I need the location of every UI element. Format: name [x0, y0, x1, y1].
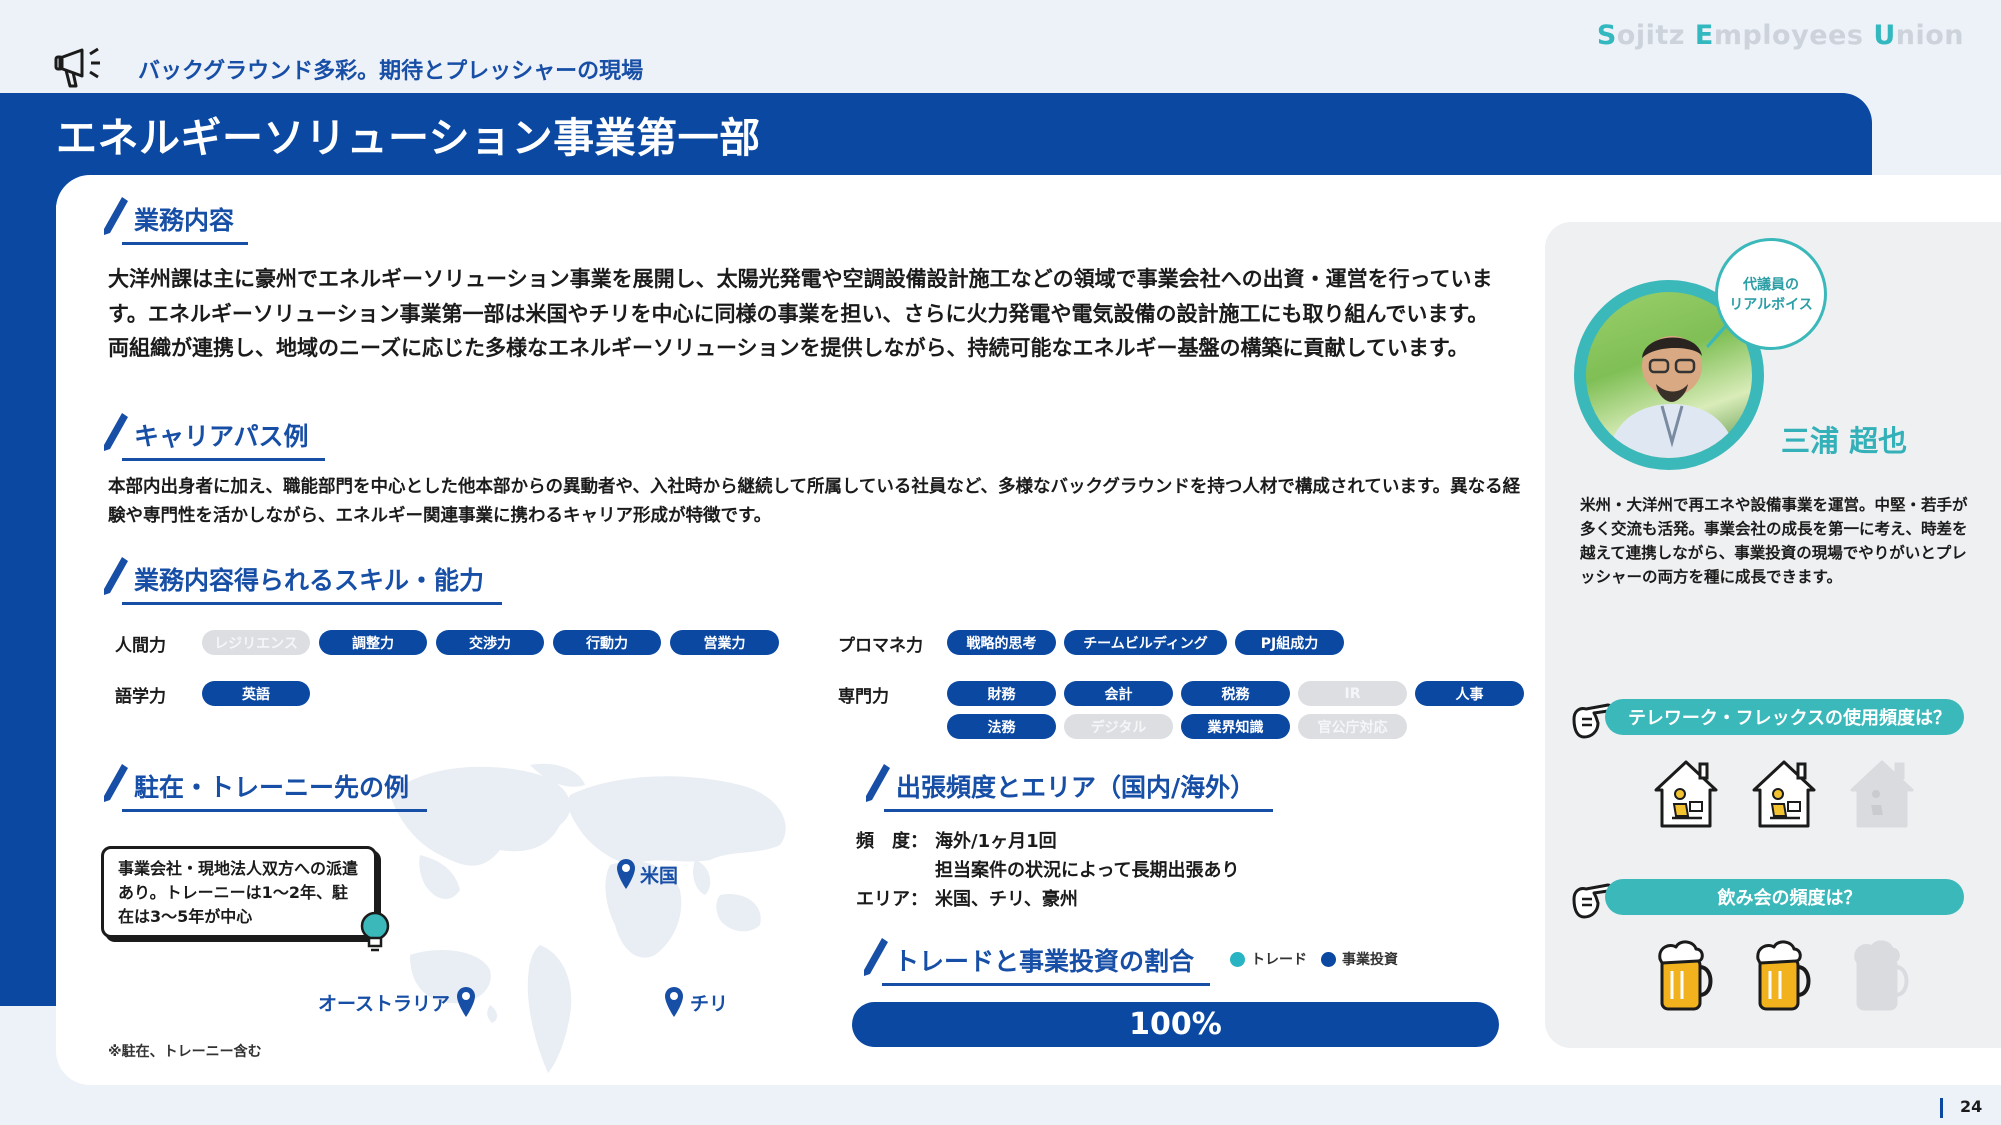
legend-trade-dot	[1230, 951, 1245, 967]
section-career-heading: キャリアパス例	[100, 409, 325, 461]
skill-group-label: 語学力	[115, 687, 166, 707]
skill-pill: 税務	[1181, 681, 1290, 706]
skill-pill: 業界知識	[1181, 714, 1290, 739]
legend-trade-label: トレード	[1251, 952, 1307, 968]
skill-group-label: 専門力	[838, 687, 889, 707]
beer-icon-active	[1650, 937, 1722, 1015]
overseas-callout: 事業会社・現地法人双方への派遣あり。トレーニーは1～2年、駐在は3～5年が中心	[101, 846, 377, 938]
skill-pill: レジリエンス	[202, 630, 310, 655]
representative-name: 三浦 超也	[1781, 424, 1908, 458]
skill-pill: 法務	[947, 714, 1056, 739]
skill-pill: 行動力	[553, 630, 661, 655]
skill-pill: 営業力	[670, 630, 779, 655]
skill-pill: チームビルディング	[1064, 630, 1227, 655]
brand-logo: Sojitz Employees Union	[1596, 20, 1964, 51]
skill-pill: デジタル	[1064, 714, 1173, 739]
real-voice-badge: 代議員の リアルボイス	[1715, 238, 1827, 350]
pen-icon	[864, 938, 888, 976]
location-pin-chile: チリ	[664, 986, 728, 1018]
pen-icon	[104, 764, 128, 802]
skill-pill: 会計	[1064, 681, 1173, 706]
pen-icon	[866, 764, 890, 802]
header-subtitle: バックグラウンド多彩。期待とプレッシャーの現場	[138, 59, 644, 84]
house-icon-active	[1748, 754, 1820, 832]
trip-area-value: 米国、チリ、豪州	[935, 889, 1078, 910]
question-telework: テレワーク・フレックスの使用頻度は？	[1605, 699, 1964, 735]
pen-icon	[104, 197, 128, 235]
section-skills-heading: 業務内容得られるスキル・能力	[100, 553, 503, 605]
map-pin-icon	[617, 859, 635, 889]
world-map	[380, 755, 800, 1075]
skill-pill: 英語	[202, 681, 310, 706]
overseas-footnote: ※駐在、トレーニー含む	[108, 1044, 262, 1060]
trip-frequency-value: 海外/1ヶ月1回	[935, 831, 1057, 852]
skill-pill: 交渉力	[436, 630, 544, 655]
skill-pill: 調整力	[319, 630, 427, 655]
lightbulb-icon	[360, 911, 390, 952]
pen-icon	[104, 413, 128, 451]
location-pin-australia: オーストラリア	[318, 986, 476, 1018]
skill-group-label: プロマネ力	[838, 636, 923, 656]
skill-pill: 人事	[1415, 681, 1524, 706]
representative-comment: 米州・大洋州で再エネや設備事業を運営。中堅・若手が多く交流も活発。事業会社の成長…	[1580, 496, 1968, 586]
map-pin-icon	[665, 987, 683, 1017]
trip-frequency-label: 頻 度：	[856, 831, 928, 852]
trip-frequency-note: 担当案件の状況によって長期出張あり	[935, 860, 1240, 881]
trip-area-label: エリア：	[856, 889, 928, 910]
business-description: 大洋州課は主に豪州でエネルギーソリューション事業を展開し、太陽光発電や空調設備設…	[108, 267, 1493, 360]
beer-icon-inactive	[1846, 937, 1918, 1015]
section-overseas-heading: 駐在・トレーニー先の例	[100, 760, 428, 812]
ratio-bar: 100%	[852, 1002, 1499, 1047]
section-trip-heading: 出張頻度とエリア（国内/海外）	[862, 760, 1274, 812]
location-pin-usa: 米国	[616, 858, 678, 890]
map-pin-icon	[457, 987, 476, 1017]
skill-pill: 財務	[947, 681, 1056, 706]
pen-icon	[104, 557, 128, 595]
house-icon-inactive	[1846, 754, 1918, 832]
page-number-divider	[1940, 1098, 1943, 1118]
skill-pill: 戦略的思考	[947, 630, 1056, 655]
section-business-heading: 業務内容	[100, 193, 249, 245]
section-ratio-heading: トレードと事業投資の割合	[860, 934, 1211, 986]
page-title: エネルギーソリューション事業第一部	[56, 114, 761, 162]
header-subtitle-row: バックグラウンド多彩。期待とプレッシャーの現場	[54, 40, 643, 92]
beer-icon-active	[1748, 937, 1820, 1015]
legend-investment-label: 事業投資	[1342, 952, 1398, 968]
world-map-graphic	[390, 763, 786, 1073]
house-icon-active	[1650, 754, 1722, 832]
legend-investment-dot	[1321, 951, 1336, 967]
career-description: 本部内出身者に加え、職能部門を中心とした他本部からの異動者や、入社時から継続して…	[108, 477, 1521, 526]
question-drinking: 飲み会の頻度は？	[1605, 879, 1964, 915]
skill-pill: PJ組成力	[1235, 630, 1344, 655]
left-accent-strip	[0, 200, 56, 1006]
skill-group-label: 人間力	[115, 636, 166, 656]
ratio-legend: トレード 事業投資	[1230, 949, 1398, 969]
skill-pill: 官公庁対応	[1298, 714, 1407, 739]
skill-pill: IR	[1298, 681, 1407, 706]
page-number: 24	[1960, 1097, 1983, 1116]
megaphone-icon	[54, 47, 100, 88]
